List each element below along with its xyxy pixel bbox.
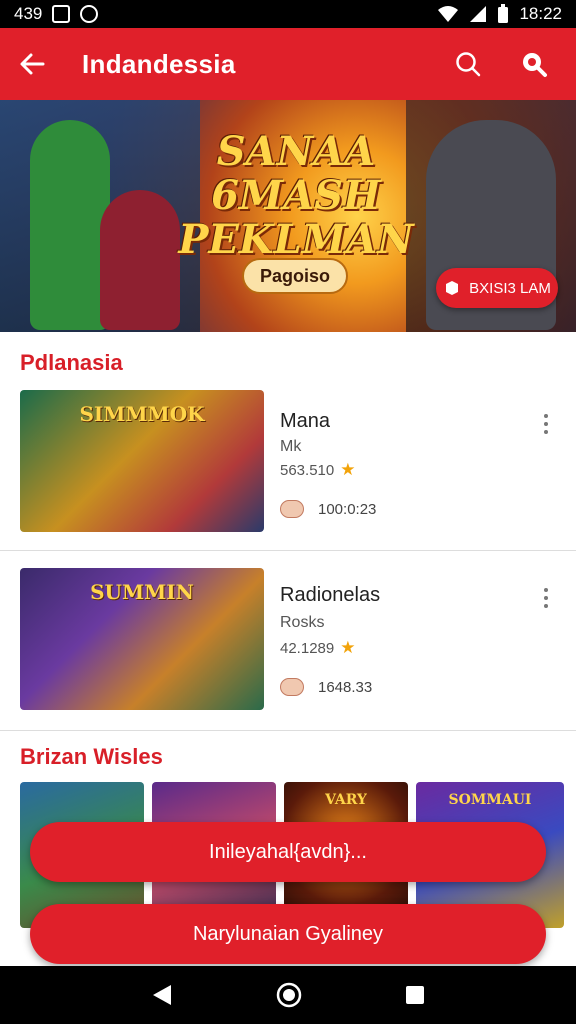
divider xyxy=(0,550,576,551)
promo-badge[interactable]: Pagoiso xyxy=(242,258,348,294)
secondary-action-button[interactable]: Narylunaian Gyaliney xyxy=(30,904,546,964)
nav-recents-icon[interactable] xyxy=(405,985,425,1005)
meta-value: 100:0:23 xyxy=(318,500,377,518)
search-icon xyxy=(456,52,481,77)
list-item[interactable]: SUMMIN Radionelas Rosks 42.1289 ★ 1648.3… xyxy=(0,562,576,732)
back-button[interactable] xyxy=(0,28,64,100)
star-icon: ★ xyxy=(340,638,356,657)
grid-thumbnail-title: VARY xyxy=(325,792,367,808)
status-time-right: 18:22 xyxy=(519,4,562,23)
item-subtitle: Mk xyxy=(280,438,302,455)
more-options-button[interactable] xyxy=(534,580,558,616)
coin-icon xyxy=(280,500,304,518)
section-title-primary: Pdlanasia xyxy=(20,350,123,375)
list-item[interactable]: SIMMMOK Mana Mk 563.510 ★ 100:0:23 xyxy=(0,384,576,554)
signal-icon xyxy=(470,6,487,22)
hero-cta-button[interactable]: BXISI3 LAM xyxy=(436,268,558,308)
more-options-button[interactable] xyxy=(534,406,558,442)
hero-banner[interactable]: SANAA 6MASH PEKLMAN Pagoiso BXISI3 LAM xyxy=(0,100,576,332)
notification-icon xyxy=(52,5,71,23)
item-meta: 100:0:23 xyxy=(280,500,376,518)
more-vert-icon xyxy=(544,588,548,592)
grid-thumbnail-title: SOMMAUI xyxy=(448,792,532,808)
item-rating: 42.1289 ★ xyxy=(280,638,355,658)
wifi-icon xyxy=(438,6,459,22)
star-icon: ★ xyxy=(340,460,356,479)
coin-icon xyxy=(280,678,304,696)
hero-character-archer xyxy=(30,120,110,330)
thumbnail-title: SUMMIN xyxy=(90,580,194,604)
game-thumbnail[interactable]: SUMMIN xyxy=(20,568,264,710)
app-bar: Indandessia xyxy=(0,28,576,100)
nav-back-icon[interactable] xyxy=(151,983,173,1007)
meta-value: 1648.33 xyxy=(318,678,373,696)
search-alt-button[interactable] xyxy=(510,40,558,88)
hero-title-line1: SANAA 6MASH xyxy=(211,128,381,219)
status-time-left: 439 xyxy=(14,4,43,23)
primary-action-button[interactable]: Inileyahal{avdn}... xyxy=(30,822,546,882)
rating-value: 563.510 xyxy=(280,461,335,479)
section-title-secondary: Brizan Wisles xyxy=(20,744,163,769)
rating-value: 42.1289 xyxy=(280,639,335,657)
item-subtitle: Rosks xyxy=(280,614,325,631)
search-alt-icon xyxy=(523,53,547,77)
status-bar: 439 18:22 xyxy=(0,0,576,28)
nav-home-icon[interactable] xyxy=(276,982,302,1008)
item-name: Mana xyxy=(280,410,331,432)
hero-cta-label: BXISI3 LAM xyxy=(469,279,551,297)
search-button[interactable] xyxy=(444,40,492,88)
more-vert-icon xyxy=(544,414,548,418)
hero-title-line2: PEKLMAN xyxy=(178,216,414,263)
alarm-icon xyxy=(80,5,99,23)
system-nav-bar xyxy=(0,966,576,1024)
page-title: Indandessia xyxy=(82,48,236,79)
gamepad-icon xyxy=(446,281,459,295)
thumbnail-title: SIMMMOK xyxy=(79,402,205,426)
item-rating: 563.510 ★ xyxy=(280,460,355,480)
game-thumbnail[interactable]: SIMMMOK xyxy=(20,390,264,532)
item-meta: 1648.33 xyxy=(280,678,372,696)
divider xyxy=(0,730,576,731)
arrow-left-icon xyxy=(20,53,45,75)
item-name: Radionelas xyxy=(280,584,381,606)
battery-icon xyxy=(498,4,509,23)
hero-title: SANAA 6MASH PEKLMAN xyxy=(146,130,446,262)
